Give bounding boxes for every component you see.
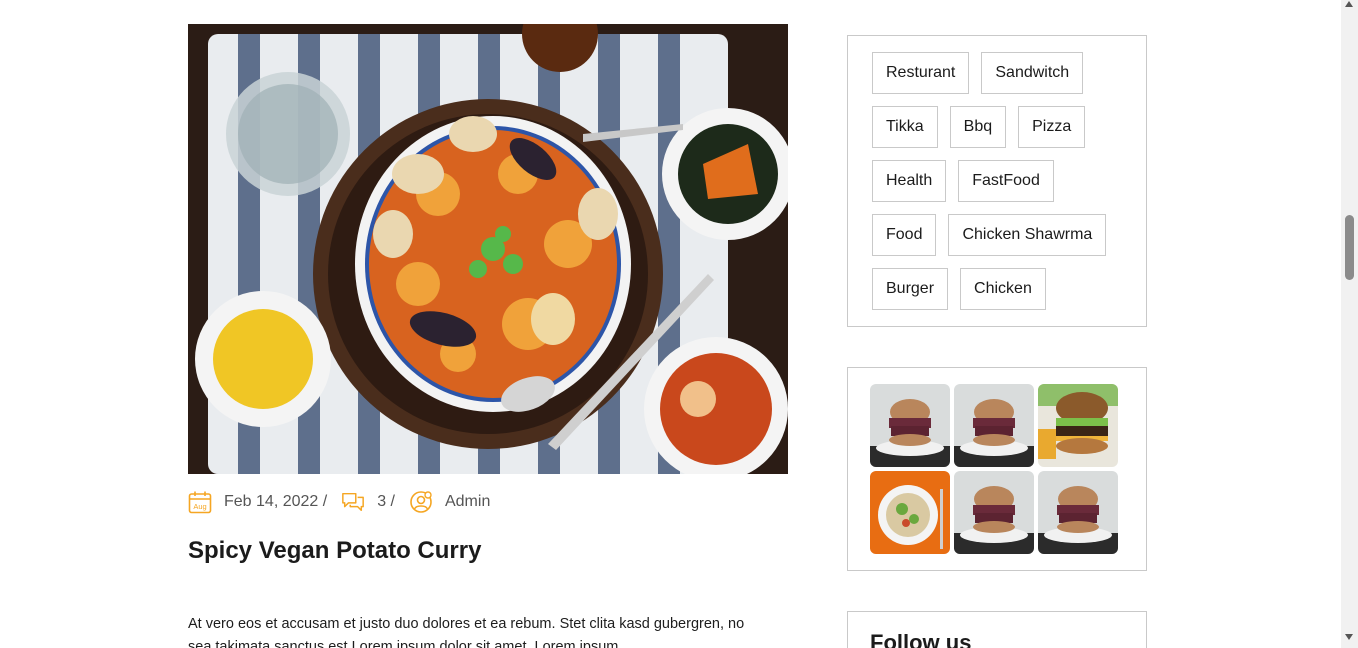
gallery-thumb-burger[interactable] xyxy=(954,471,1034,554)
gallery-thumb-burger[interactable] xyxy=(954,384,1034,467)
tag-resturant[interactable]: Resturant xyxy=(872,52,970,94)
scroll-up-arrow-icon[interactable] xyxy=(1345,1,1353,7)
gallery-thumb-burger-fries[interactable] xyxy=(1038,384,1118,467)
follow-title: Follow us xyxy=(870,630,972,648)
tag-chicken-shawrma[interactable]: Chicken Shawrma xyxy=(948,214,1107,256)
tag-bbq[interactable]: Bbq xyxy=(949,106,1007,148)
scrollbar-thumb[interactable] xyxy=(1345,215,1354,280)
tag-pizza[interactable]: Pizza xyxy=(1018,106,1086,148)
post-excerpt: At vero eos et accusam et justo duo dolo… xyxy=(188,616,745,648)
gallery-widget xyxy=(847,367,1147,571)
tag-row: Health FastFood xyxy=(872,160,1122,202)
post-title[interactable]: Spicy Vegan Potato Curry xyxy=(188,536,788,566)
follow-widget: Follow us xyxy=(847,611,1147,648)
page-scrollbar[interactable] xyxy=(1341,0,1358,648)
tag-health[interactable]: Health xyxy=(872,160,947,202)
tags-widget: Resturant Sandwitch Tikka Bbq Pizza Heal… xyxy=(847,35,1147,327)
gallery-thumb-burger[interactable] xyxy=(870,384,950,467)
post-featured-image[interactable] xyxy=(188,24,788,474)
post-meta: Aug Feb 14, 2022 / 3 / Admin xyxy=(188,490,788,514)
gallery-thumb-burger[interactable] xyxy=(1038,471,1118,554)
comments-icon[interactable] xyxy=(341,490,365,514)
tag-sandwitch[interactable]: Sandwitch xyxy=(981,52,1084,94)
blog-post: Aug Feb 14, 2022 / 3 / Admin Spicy Vegan… xyxy=(188,24,788,648)
post-author[interactable]: Admin xyxy=(445,493,490,511)
tag-chicken[interactable]: Chicken xyxy=(960,268,1046,310)
tag-row: Resturant Sandwitch xyxy=(872,52,1122,94)
tag-fastfood[interactable]: FastFood xyxy=(958,160,1054,202)
tag-tikka[interactable]: Tikka xyxy=(872,106,938,148)
tag-row: Food Chicken Shawrma xyxy=(872,214,1122,256)
post-date: Feb 14, 2022 / xyxy=(224,493,328,510)
calendar-badge-text: Aug xyxy=(193,502,206,511)
gallery-thumb-salad[interactable] xyxy=(870,471,950,554)
tag-burger[interactable]: Burger xyxy=(872,268,949,310)
tag-food[interactable]: Food xyxy=(872,214,937,256)
calendar-icon: Aug xyxy=(188,490,212,514)
tag-row: Burger Chicken xyxy=(872,268,1122,310)
scroll-down-arrow-icon[interactable] xyxy=(1345,634,1353,640)
tag-row: Tikka Bbq Pizza xyxy=(872,106,1122,148)
user-icon xyxy=(409,490,433,514)
post-comment-count[interactable]: 3 / xyxy=(377,493,395,511)
